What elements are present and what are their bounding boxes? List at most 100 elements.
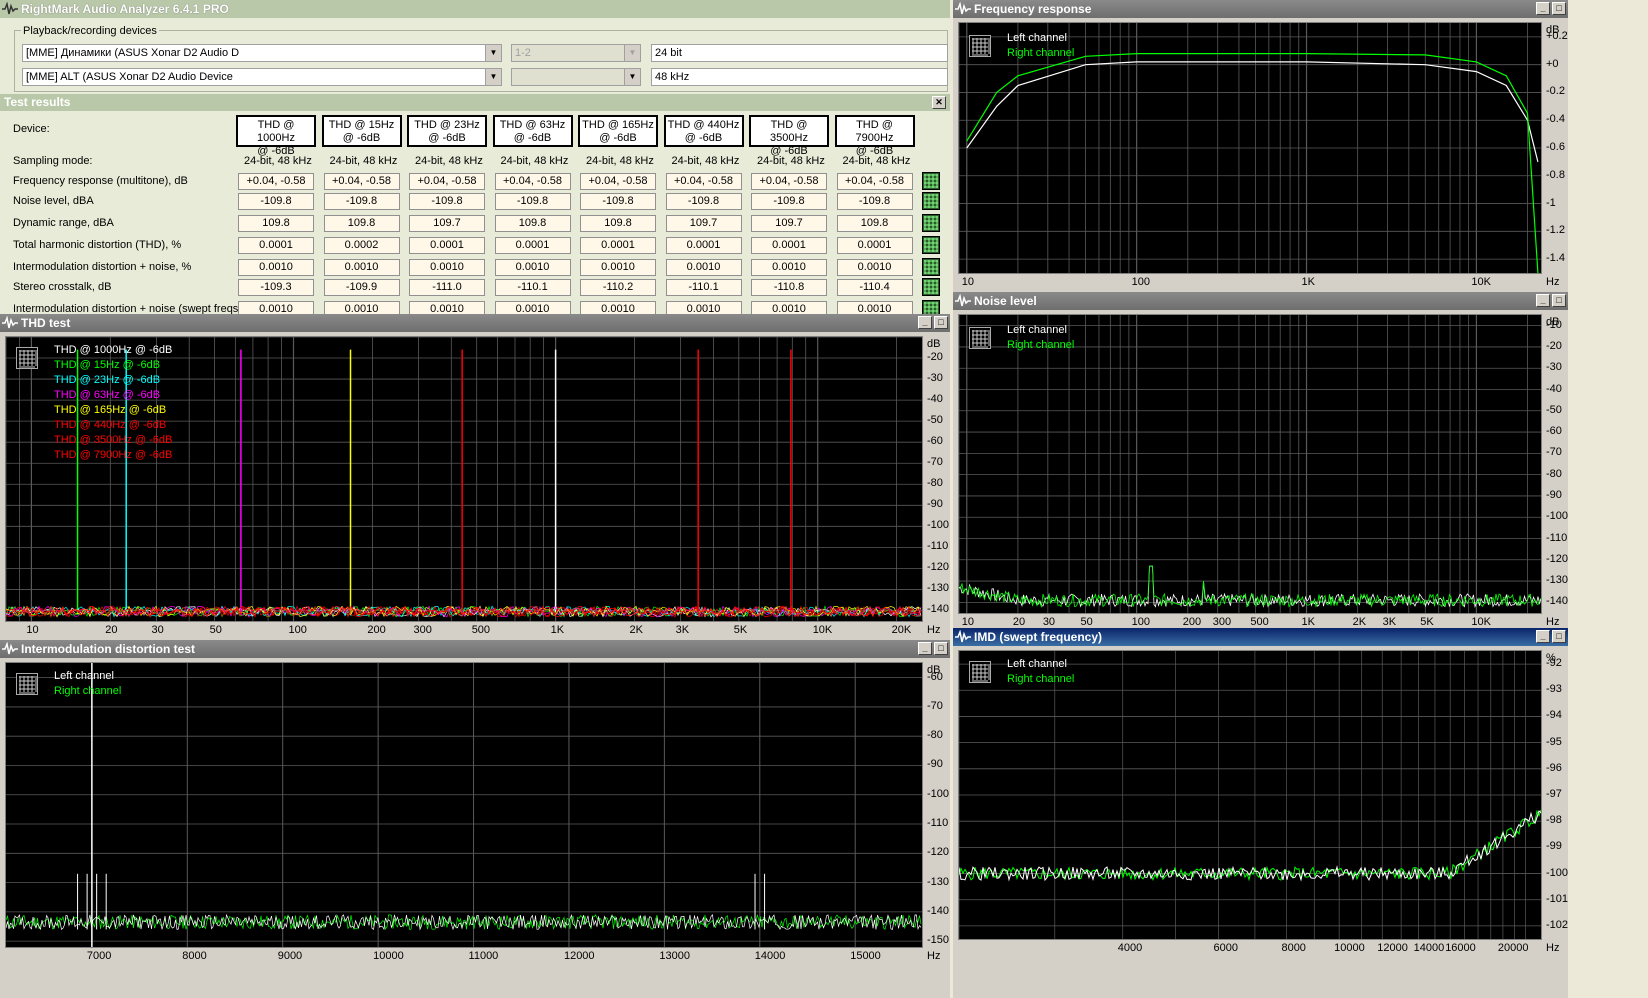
result-cell: -111.0 [409,279,485,296]
column-header-line1: THD @ 1000Hz [257,119,295,144]
results-title: Test results [4,95,71,109]
x-tick-label: 10K [1471,616,1491,628]
legend-grid-icon[interactable] [969,35,991,57]
result-cell: 0.0001 [494,237,571,254]
result-cell: -109.9 [323,279,400,296]
x-tick-label: 15000 [850,950,881,962]
x-tick-label: 300 [413,624,432,636]
column-header-line1: THD @ 15Hz [328,119,395,131]
legend-grid-icon[interactable] [16,673,38,695]
legend-grid-icon[interactable] [969,661,991,683]
grid-icon [924,194,938,208]
y-tick-label: -90 [1546,488,1562,501]
rec-channels-select[interactable]: ▼ [511,68,641,86]
y-tick-label: -80 [927,477,943,490]
thd-window: THD test _ □ THD @ 1000Hz @ -6dB THD @ 15H… [0,314,950,640]
maximize-icon[interactable]: □ [934,642,948,655]
minimize-icon[interactable]: _ [918,316,932,329]
thd-plot[interactable]: THD @ 1000Hz @ -6dB THD @ 15Hz @ -6dB THD … [5,336,923,622]
minimize-icon[interactable]: _ [1536,294,1550,307]
graph-button[interactable] [922,214,940,232]
close-icon[interactable]: ✕ [932,96,946,109]
thd-title: THD test [21,316,71,330]
graph-button[interactable] [922,278,940,296]
minimize-icon[interactable]: _ [1536,630,1550,643]
x-tick-label: 6000 [1213,942,1238,954]
minimize-icon[interactable]: _ [1536,2,1550,15]
x-tick-label: 20000 [1497,942,1529,954]
maximize-icon[interactable]: □ [1552,294,1566,307]
column-header-line1: THD @ 440Hz [667,119,740,131]
noise-plot[interactable]: Left channel Right channel [958,314,1542,614]
column-header: THD @ 63Hz @ -6dB [492,115,573,147]
imds-window: IMD (swept frequency) _ □ Left channel Rig… [953,628,1568,998]
legend: Left channel Right channel [54,669,121,699]
graph-button[interactable] [922,172,940,190]
result-cell: 109.8 [580,215,656,232]
rate-field[interactable]: 48 kHz [651,68,948,86]
playback-device-value: [MME] Динамики (ASUS Xonar D2 Audio D [26,47,240,59]
row-label: Sampling mode: [13,155,93,167]
result-cell: -110.8 [751,279,827,296]
maximize-icon[interactable]: □ [934,316,948,329]
chevron-down-icon[interactable]: ▼ [624,69,640,85]
result-cell: -109.8 [409,193,485,210]
imd-title: Intermodulation distortion test [21,642,195,656]
result-cell: -110.4 [836,279,913,296]
minimize-icon[interactable]: _ [918,642,932,655]
column-header: THD @ 440Hz @ -6dB [663,115,744,147]
y-tick-label: -140 [1546,595,1568,608]
row-label: Stereo crosstalk, dB [13,281,112,293]
y-tick-label: -101 [1546,892,1568,905]
chevron-down-icon[interactable]: ▼ [624,45,640,61]
legend-grid-icon[interactable] [969,327,991,349]
x-unit-label: Hz [927,624,941,636]
result-cell: -109.8 [580,193,656,210]
playback-device-select[interactable]: [MME] Динамики (ASUS Xonar D2 Audio D ▼ [22,44,502,62]
y-tick-label: -130 [1546,574,1568,587]
y-tick-label: -100 [1546,866,1568,879]
legend-entry: Left channel [1007,324,1067,336]
legend-entry: THD @ 7900Hz @ -6dB [54,449,173,461]
result-cell: 0.0010 [409,259,485,276]
result-cell: +0.04, -0.58 [580,173,656,190]
x-tick-label: 10 [26,624,39,636]
maximize-icon[interactable]: □ [1552,2,1566,15]
y-unit-label: dB [1546,24,1560,36]
grid-icon [972,664,990,682]
y-tick-label: -94 [1546,709,1562,722]
legend-entry: THD @ 165Hz @ -6dB [54,404,167,416]
graph-button[interactable] [922,236,940,254]
x-tick-label: 1K [550,624,565,636]
channels-select[interactable]: 1-2 ▼ [511,44,641,62]
y-tick-label: -96 [1546,761,1562,774]
y-tick-label: -60 [927,435,943,448]
row-label: Frequency response (multitone), dB [13,175,188,187]
bits-field[interactable]: 24 bit [651,44,948,62]
graph-button[interactable] [922,192,940,210]
chevron-down-icon[interactable]: ▼ [485,69,501,85]
maximize-icon[interactable]: □ [1552,630,1566,643]
legend-entry: Right channel [54,685,122,697]
y-unit-label: dB [1546,316,1560,328]
recording-device-select[interactable]: [MME] ALT (ASUS Xonar D2 Audio Device ▼ [22,68,502,86]
chevron-down-icon[interactable]: ▼ [485,45,501,61]
recording-device-value: [MME] ALT (ASUS Xonar D2 Audio Device [26,71,233,83]
imds-plot[interactable]: Left channel Right channel [958,650,1542,940]
y-tick-label: -30 [927,372,943,385]
result-cell: 0.0010 [836,259,913,276]
x-tick-label: 8000 [1281,942,1306,954]
freq-plot[interactable]: Left channel Right channel [958,22,1542,274]
bits-value: 24 bit [655,47,682,59]
graph-button[interactable] [922,258,940,276]
column-header: THD @ 165Hz @ -6dB [578,115,658,147]
legend-grid-icon[interactable] [16,347,38,369]
x-tick-label: 20 [105,624,118,636]
x-tick-label: 9000 [277,950,303,962]
result-cell: -109.8 [494,193,571,210]
y-tick-label: -0.4 [1546,113,1565,126]
result-cell: 0.0010 [238,259,314,276]
graph-button[interactable] [922,300,940,314]
imd-plot[interactable]: Left channel Right channel [5,662,923,948]
column-header: THD @ 15Hz @ -6dB [321,115,402,147]
